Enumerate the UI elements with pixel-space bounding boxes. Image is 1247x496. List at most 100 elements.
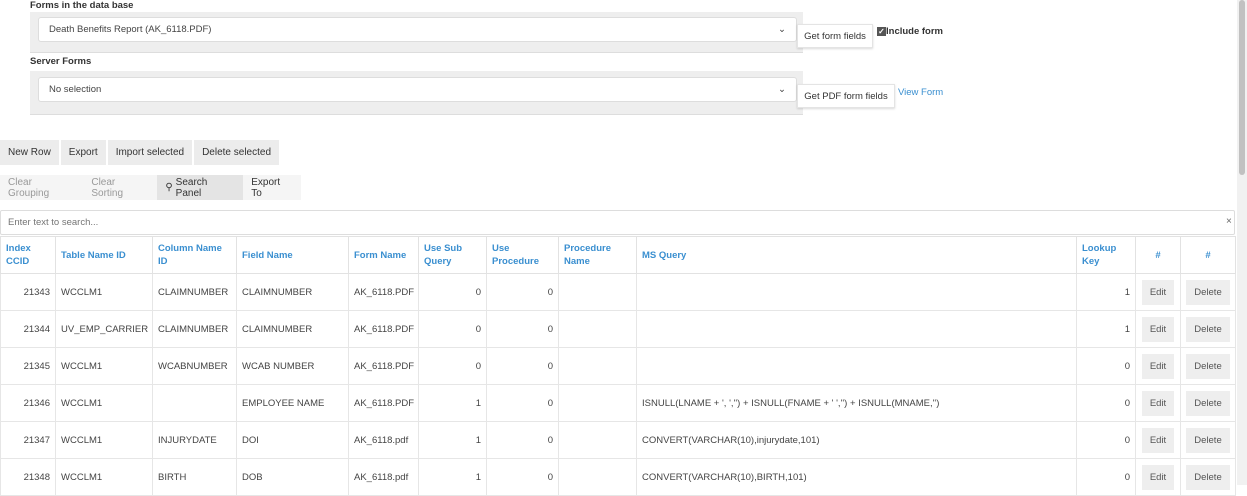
table-row[interactable]: 21347 WCCLM1 INJURYDATE DOI AK_6118.pdf 1 0 CON…	[0, 421, 1236, 459]
cell	[636, 273, 1077, 311]
export-button[interactable]: Export	[60, 140, 106, 165]
new-row-button[interactable]: New Row	[0, 140, 59, 165]
cell: DOB	[236, 458, 349, 496]
cell: Delete	[1180, 384, 1236, 422]
cell: AK_6118.PDF	[348, 384, 419, 422]
table-row[interactable]: 21345 WCCLM1 WCABNUMBER WCAB NUMBER AK_6118.…	[0, 347, 1236, 385]
server-forms-selected: No selection	[49, 84, 102, 95]
search-panel-button[interactable]: ⚲ Search Panel	[157, 175, 244, 200]
forms-db-select[interactable]: Death Benefits Report (AK_6118.PDF) ⌄	[38, 17, 797, 42]
cell: CLAIMNUMBER	[152, 310, 237, 348]
cell: Delete	[1180, 347, 1236, 385]
checkbox-checked-icon: ✓	[877, 27, 886, 36]
cell: WCCLM1	[55, 384, 153, 422]
column-header[interactable]: Column Name ID	[152, 236, 237, 274]
cell: 0	[486, 458, 559, 496]
cell: UV_EMP_CARRIER	[55, 310, 153, 348]
edit-button[interactable]: Edit	[1141, 316, 1175, 342]
scrollbar-thumb[interactable]	[1239, 0, 1245, 175]
get-pdf-form-fields-button[interactable]: Get PDF form fields	[797, 84, 895, 108]
cell: 0	[418, 273, 487, 311]
search-icon: ⚲	[165, 182, 173, 193]
chevron-down-icon: ⌄	[778, 84, 786, 95]
cell: 0	[486, 347, 559, 385]
clear-grouping-button[interactable]: Clear Grouping	[0, 175, 83, 200]
get-form-fields-button[interactable]: Get form fields	[797, 24, 873, 48]
cell: CONVERT(VARCHAR(10),injurydate,101)	[636, 421, 1077, 459]
cell: WCCLM1	[55, 421, 153, 459]
edit-button[interactable]: Edit	[1141, 353, 1175, 379]
column-header[interactable]: Form Name	[348, 236, 419, 274]
column-header[interactable]: Lookup Key	[1076, 236, 1136, 274]
column-header[interactable]: Index CCID	[0, 236, 56, 274]
column-header[interactable]: MS Query	[636, 236, 1077, 274]
delete-button[interactable]: Delete	[1186, 390, 1230, 416]
cell: 0	[1076, 347, 1136, 385]
delete-button[interactable]: Delete	[1186, 464, 1230, 490]
column-header[interactable]: Table Name ID	[55, 236, 153, 274]
delete-button[interactable]: Delete	[1186, 353, 1230, 379]
cell: 21347	[0, 421, 56, 459]
cell: 0	[486, 384, 559, 422]
cell: Delete	[1180, 421, 1236, 459]
cell: WCAB NUMBER	[236, 347, 349, 385]
cell: 1	[418, 421, 487, 459]
edit-button[interactable]: Edit	[1141, 279, 1175, 305]
edit-button[interactable]: Edit	[1141, 427, 1175, 453]
cell: AK_6118.pdf	[348, 421, 419, 459]
cell: 0	[418, 347, 487, 385]
cell: AK_6118.PDF	[348, 347, 419, 385]
cell: AK_6118.PDF	[348, 310, 419, 348]
import-selected-button[interactable]: Import selected	[107, 140, 193, 165]
clear-search-icon[interactable]: ×	[1226, 216, 1232, 227]
cell: 0	[486, 310, 559, 348]
cell: Delete	[1180, 458, 1236, 496]
cell: EMPLOYEE NAME	[236, 384, 349, 422]
server-forms-label: Server Forms	[30, 56, 92, 67]
server-forms-select[interactable]: No selection ⌄	[38, 77, 797, 102]
include-form-checkbox[interactable]: ✓ Include form	[877, 26, 943, 37]
table-row[interactable]: 21344 UV_EMP_CARRIER CLAIMNUMBER CLAIMNUMBE…	[0, 310, 1236, 348]
cell: Delete	[1180, 273, 1236, 311]
column-header[interactable]: Use Sub Query	[418, 236, 487, 274]
cell: WCCLM1	[55, 273, 153, 311]
clear-sorting-button[interactable]: Clear Sorting	[83, 175, 157, 200]
data-grid: Index CCID Table Name ID Column Name ID Fie…	[0, 236, 1236, 496]
delete-button[interactable]: Delete	[1186, 279, 1230, 305]
delete-selected-button[interactable]: Delete selected	[194, 140, 280, 165]
table-row[interactable]: 21343 WCCLM1 CLAIMNUMBER CLAIMNUMBER AK_6118…	[0, 273, 1236, 311]
export-to-button[interactable]: Export To	[243, 175, 301, 200]
cell: 0	[486, 273, 559, 311]
column-header[interactable]: #	[1180, 236, 1236, 274]
column-header[interactable]: Procedure Name	[558, 236, 637, 274]
table-row[interactable]: 21346 WCCLM1 EMPLOYEE NAME AK_6118.PDF 1 0 ISN…	[0, 384, 1236, 422]
edit-button[interactable]: Edit	[1141, 464, 1175, 490]
cell: 1	[1076, 273, 1136, 311]
scrollbar[interactable]	[1237, 0, 1247, 485]
cell: AK_6118.PDF	[348, 273, 419, 311]
search-panel-label: Search Panel	[175, 176, 208, 199]
cell: INJURYDATE	[152, 421, 237, 459]
cell: 0	[1076, 458, 1136, 496]
cell	[558, 310, 637, 348]
cell	[152, 384, 237, 422]
delete-button[interactable]: Delete	[1186, 316, 1230, 342]
cell: 21346	[0, 384, 56, 422]
cell: WCCLM1	[55, 347, 153, 385]
column-header[interactable]: Use Procedure	[486, 236, 559, 274]
edit-button[interactable]: Edit	[1141, 390, 1175, 416]
column-header[interactable]: #	[1135, 236, 1181, 274]
cell: Delete	[1180, 310, 1236, 348]
view-form-link[interactable]: View Form	[898, 87, 943, 98]
column-header[interactable]: Field Name	[236, 236, 349, 274]
cell: CLAIMNUMBER	[152, 273, 237, 311]
search-input[interactable]	[0, 210, 1235, 235]
cell: 0	[486, 421, 559, 459]
cell: BIRTH	[152, 458, 237, 496]
delete-button[interactable]: Delete	[1186, 427, 1230, 453]
cell: Edit	[1135, 421, 1181, 459]
cell	[636, 310, 1077, 348]
table-row[interactable]: 21348 WCCLM1 BIRTH DOB AK_6118.pdf 1 0 CONVERT(…	[0, 458, 1236, 496]
chevron-down-icon: ⌄	[778, 24, 786, 35]
cell: Edit	[1135, 384, 1181, 422]
